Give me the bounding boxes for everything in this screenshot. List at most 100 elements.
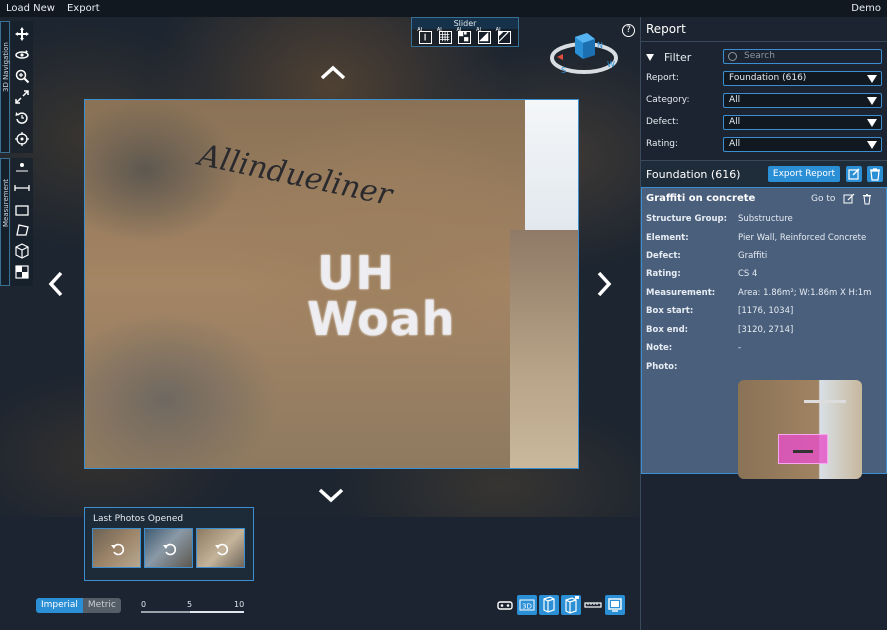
ruler-icon[interactable] (583, 595, 603, 615)
photo-sky (525, 100, 578, 250)
graffiti-text: UH Woah (307, 250, 456, 342)
last-photo-thumb-3[interactable] (196, 528, 245, 568)
filter-report-label: Report: (646, 73, 679, 83)
rectangle-icon[interactable] (14, 202, 30, 218)
point-cloud-viewport[interactable]: 3D Navigation Measurement Slider AI AI A… (0, 17, 640, 630)
fullscreen-icon[interactable] (14, 89, 30, 105)
metric-button[interactable]: Metric (82, 598, 121, 613)
ai-badge: AI (436, 27, 442, 33)
field-value: Substructure (738, 214, 793, 224)
thumb-box-label (793, 450, 813, 453)
contrast-icon[interactable]: AI (476, 27, 492, 44)
checker-area-icon[interactable] (14, 264, 30, 280)
report-panel: Report Filter Search Report: Foundation … (640, 17, 887, 630)
ai-badge: AI (495, 27, 501, 33)
filter-rating-row: Rating: All (646, 137, 882, 153)
export-report-button[interactable]: Export Report (768, 166, 840, 182)
graffiti-line-1: UH (317, 246, 395, 300)
last-photo-thumb-1[interactable] (92, 528, 141, 568)
filter-defect-select[interactable]: All (723, 115, 882, 130)
filter-rating-label: Rating: (646, 139, 679, 149)
defect-card[interactable]: Graffiti on concrete Go to Structure Gro… (641, 187, 887, 479)
slider-widget: Slider AI AI AI AI AI (411, 17, 519, 47)
field-value: [1176, 1034] (738, 306, 794, 316)
3d-navigation-tab[interactable]: 3D Navigation (0, 21, 10, 153)
goto-link[interactable]: Go to (811, 194, 835, 204)
units-toggle: Imperial Metric (36, 598, 121, 613)
arrow-down-icon[interactable] (318, 487, 344, 503)
multi-point-icon[interactable] (14, 160, 30, 176)
field-key: Structure Group: (646, 214, 728, 224)
single-frame-icon[interactable]: AI (417, 27, 433, 44)
revert-icon (215, 543, 229, 556)
diagonal-icon[interactable]: AI (496, 27, 511, 44)
thumb-label-bar (804, 400, 846, 403)
field-key: Measurement: (646, 288, 716, 298)
report-title: Report (641, 17, 887, 42)
screen-view-icon[interactable] (605, 595, 625, 615)
user-menu[interactable]: Demo (845, 3, 887, 14)
model-view-icon[interactable] (539, 595, 559, 615)
checker-icon[interactable]: AI (456, 27, 472, 44)
zoom-icon[interactable] (14, 68, 30, 84)
arrow-up-icon[interactable] (320, 65, 346, 81)
filter-defect-label: Defect: (646, 117, 679, 127)
field-key: Box start: (646, 306, 694, 316)
filter-category-select[interactable]: All (723, 93, 882, 108)
orbit-icon[interactable] (14, 47, 30, 63)
polygon-icon[interactable] (14, 222, 30, 238)
field-key: Defect: (646, 251, 681, 261)
dropdown-arrow-icon (867, 75, 877, 83)
field-key: Note: (646, 343, 673, 353)
edit-report-icon[interactable] (846, 166, 862, 182)
field-value: Area: 1.86m²; W:1.86m X H:1m (738, 288, 872, 298)
3d-view-button[interactable]: 3D (517, 595, 537, 615)
delete-defect-icon[interactable] (861, 193, 873, 205)
scale-bar-half (190, 611, 244, 613)
vr-view-icon[interactable] (495, 595, 515, 615)
scale-tick-10: 10 (234, 600, 245, 609)
distance-icon[interactable] (14, 180, 30, 196)
field-value: Graffiti (738, 251, 768, 261)
arrow-right-icon[interactable] (596, 271, 612, 297)
view-tools: 3D (495, 595, 625, 615)
scale-bar: 0 5 10 (141, 600, 245, 614)
grid-icon[interactable]: AI (437, 27, 452, 44)
help-icon[interactable]: ? (622, 24, 635, 37)
model-multi-view-icon[interactable] (561, 595, 581, 615)
inspection-photo[interactable]: Allindueliner UH Woah (84, 99, 579, 469)
last-photos-thumbs (85, 528, 253, 568)
reset-view-icon[interactable] (14, 110, 30, 126)
defect-photo-thumbnail[interactable] (738, 380, 862, 479)
photo-wall (85, 100, 525, 468)
menu-load-new[interactable]: Load New (0, 3, 61, 14)
imperial-button[interactable]: Imperial (36, 598, 83, 613)
edit-defect-icon[interactable] (843, 193, 855, 205)
crosshair-icon[interactable] (14, 131, 30, 147)
menu-export[interactable]: Export (61, 3, 106, 14)
delete-report-icon[interactable] (867, 166, 883, 182)
filter-report-select[interactable]: Foundation (616) (723, 71, 882, 86)
compass-widget[interactable]: S N W (549, 31, 619, 77)
measurement-label: Measurement (2, 178, 10, 227)
filter-rating-select[interactable]: All (723, 137, 882, 152)
volume-cube-icon[interactable] (14, 243, 30, 259)
defect-box-overlay (778, 434, 828, 464)
field-key: Rating: (646, 269, 681, 279)
search-input[interactable]: Search (723, 49, 882, 64)
move-icon[interactable] (14, 26, 30, 42)
slider-icons: AI AI AI AI AI (412, 27, 518, 46)
last-photo-thumb-2[interactable] (144, 528, 193, 568)
graffiti-line-2: Woah (307, 292, 456, 346)
filter-category-row: Category: All (646, 93, 882, 109)
filter-category-value: All (729, 95, 741, 105)
3d-navigation-tools (11, 21, 33, 153)
revert-icon (111, 543, 125, 556)
measurement-tab[interactable]: Measurement (0, 158, 10, 286)
compass-s: S (561, 66, 566, 75)
filter-report-row: Report: Foundation (616) (646, 71, 882, 87)
measurement-tools (11, 158, 33, 286)
defect-title: Graffiti on concrete (646, 193, 756, 204)
collapse-triangle-icon (646, 53, 654, 61)
arrow-left-icon[interactable] (48, 271, 64, 297)
